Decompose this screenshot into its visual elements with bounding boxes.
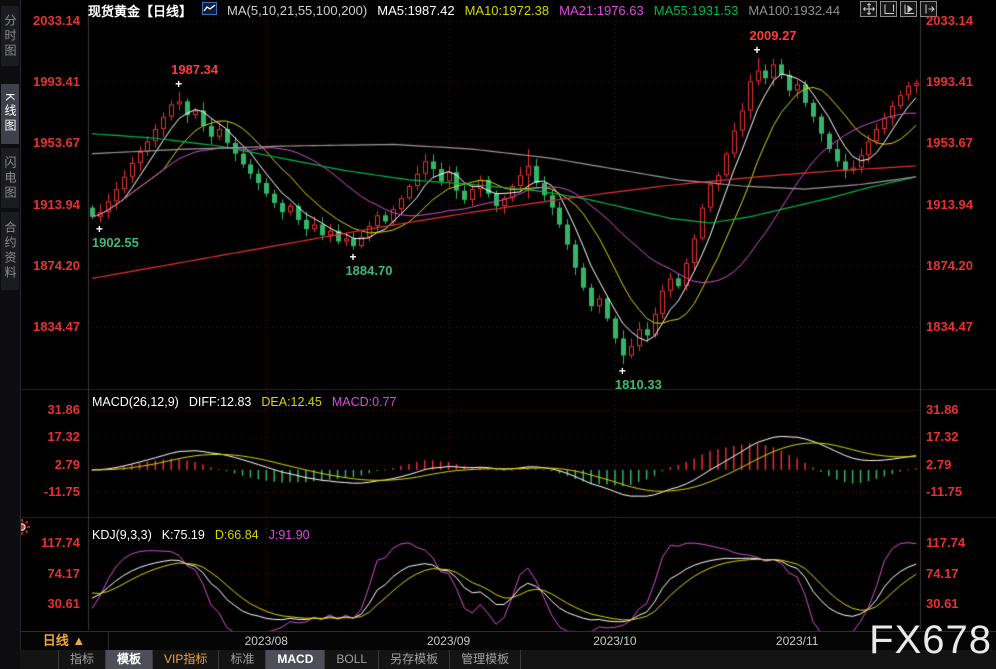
- pan-icon[interactable]: [860, 1, 877, 17]
- axis-play-icon[interactable]: [900, 1, 917, 17]
- kdj-d-value: D:66.84: [215, 528, 259, 542]
- watermark: FX678: [869, 618, 992, 663]
- macd-diff-value: DIFF:12.83: [189, 395, 252, 409]
- tab-save-template[interactable]: 另存模板: [379, 650, 450, 669]
- tab-indicators[interactable]: 指标: [59, 650, 106, 669]
- indicator-tab-bar: 指标模板VIP指标标准MACDBOLL另存模板管理模板: [20, 650, 996, 669]
- chart-application: 分时图 K线图闪电图合约资料 现货黄金【日线】 MA(5,10,21,55,100…: [0, 0, 996, 669]
- ma100-value: MA100:1932.44: [748, 3, 840, 18]
- period-label: 日线: [43, 633, 69, 648]
- macd-panel-header: MACD(26,12,9) DIFF:12.83 DEA:12.45 MACD:…: [92, 395, 396, 409]
- tab-vip-indicators[interactable]: VIP指标: [153, 650, 219, 669]
- kdj-panel-header: KDJ(9,3,3) K:75.19 D:66.84 J:91.90: [92, 528, 310, 542]
- tab-manage-template[interactable]: 管理模板: [450, 650, 521, 669]
- macd-value: MACD:0.77: [332, 395, 397, 409]
- triangle-up-icon: ▲: [72, 633, 85, 648]
- sidebar-tab-kline-chart[interactable]: K线图: [1, 84, 19, 144]
- tabbar-spacer: [20, 650, 59, 669]
- axis-zoom-icon[interactable]: [880, 1, 897, 17]
- sidebar-tab-lightning-chart[interactable]: 闪电图: [1, 148, 19, 208]
- macd-params: MACD(26,12,9): [92, 395, 179, 409]
- kdj-k-value: K:75.19: [162, 528, 205, 542]
- symbol-title: 现货黄金【日线】: [88, 1, 192, 20]
- chart-canvas[interactable]: [0, 0, 996, 669]
- ma-settings-label: MA(5,10,21,55,100,200): [227, 3, 367, 18]
- x-axis-label: 2023/08: [234, 634, 298, 648]
- macd-dea-value: DEA:12.45: [261, 395, 321, 409]
- tab-macd[interactable]: MACD: [266, 650, 325, 669]
- sidebar-tab-contract-info[interactable]: 合约资料: [1, 212, 19, 290]
- exit-fullscreen-icon[interactable]: [920, 1, 937, 17]
- tab-standard[interactable]: 标准: [219, 650, 266, 669]
- ma55-value: MA55:1931.53: [654, 3, 739, 18]
- ma5-value: MA5:1987.42: [377, 3, 454, 18]
- line-chart-icon: [202, 2, 217, 18]
- x-axis-label: 2023/11: [765, 634, 829, 648]
- sidebar-tab-time-chart[interactable]: 分时图: [1, 6, 19, 66]
- ma21-value: MA21:1976.63: [559, 3, 644, 18]
- kdj-j-value: J:91.90: [269, 528, 310, 542]
- tab-boll[interactable]: BOLL: [325, 650, 379, 669]
- period-selector[interactable]: 日线 ▲: [20, 632, 109, 650]
- x-axis-label: 2023/10: [583, 634, 647, 648]
- tab-templates[interactable]: 模板: [106, 650, 153, 669]
- x-axis-strip: 日线 ▲ 2023/08 2023/09 2023/10 2023/11: [20, 631, 996, 652]
- main-chart-header: 现货黄金【日线】 MA(5,10,21,55,100,200) MA5:1987…: [88, 2, 840, 18]
- chart-type-sidebar: 分时图 K线图闪电图合约资料: [0, 0, 21, 669]
- x-axis-label: 2023/09: [417, 634, 481, 648]
- chart-toolbar: [860, 1, 937, 17]
- ma10-value: MA10:1972.38: [465, 3, 550, 18]
- kdj-params: KDJ(9,3,3): [92, 528, 152, 542]
